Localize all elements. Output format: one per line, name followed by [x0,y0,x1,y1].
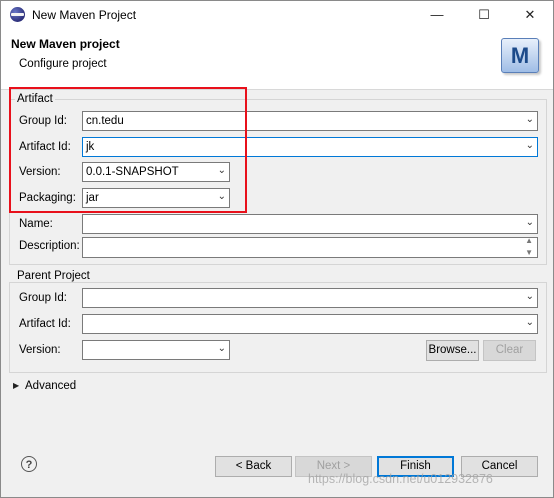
expand-arrow-icon[interactable]: ▶ [13,381,19,390]
maven-logo-icon: M [501,38,539,73]
name-label: Name: [19,218,53,230]
packaging-value: jar [86,192,99,204]
parent-group-title: Parent Project [15,270,92,282]
artifact-group-title: Artifact [15,93,55,105]
chevron-down-icon: ⌄ [525,291,534,302]
group-id-label: Group Id: [19,115,67,127]
parent-artifact-id-combo[interactable]: ⌄ [82,314,538,334]
parent-group-id-combo[interactable]: ⌄ [82,288,538,308]
minimize-button[interactable]: — [414,1,460,28]
browse-button[interactable]: Browse... [426,340,479,361]
chevron-down-icon: ⌄ [525,140,534,151]
version-value: 0.0.1-SNAPSHOT [86,166,179,178]
maximize-button[interactable]: ☐ [461,1,507,28]
name-combo[interactable]: ⌄ [82,214,538,234]
parent-version-combo[interactable]: ⌄ [82,340,230,360]
artifact-id-label: Artifact Id: [19,141,71,153]
scroll-down-icon[interactable]: ▼ [525,248,533,257]
chevron-down-icon: ⌄ [525,114,534,125]
description-field[interactable]: ▲ ▼ [82,236,538,258]
version-label: Version: [19,166,61,178]
chevron-down-icon: ⌄ [525,317,534,328]
wizard-body: Artifact Group Id: cn.tedu ⌄ Artifact Id… [1,87,553,497]
watermark-text: https://blog.csdn.net/u012932876 [308,472,493,486]
advanced-toggle[interactable]: Advanced [25,380,76,392]
parent-group-id-label: Group Id: [19,292,67,304]
back-button[interactable]: < Back [215,456,292,477]
artifact-id-value: jk [86,141,95,153]
clear-button[interactable]: Clear [483,340,536,361]
packaging-combo[interactable]: jar ⌄ [82,188,230,208]
scroll-up-icon[interactable]: ▲ [525,236,533,245]
parent-version-label: Version: [19,344,61,356]
parent-artifact-id-label: Artifact Id: [19,318,71,330]
wizard-title: New Maven project [11,37,120,51]
wizard-subtitle: Configure project [19,58,107,70]
eclipse-icon [10,7,25,22]
title-bar: New Maven Project — ☐ ✕ [1,1,553,28]
version-combo[interactable]: 0.0.1-SNAPSHOT ⌄ [82,162,230,182]
wizard-header: New Maven project Configure project M [1,28,553,90]
chevron-down-icon: ⌄ [525,217,534,228]
group-id-combo[interactable]: cn.tedu ⌄ [82,111,538,131]
artifact-id-combo[interactable]: jk ⌄ [82,137,538,157]
packaging-label: Packaging: [19,192,76,204]
chevron-down-icon: ⌄ [217,191,226,202]
close-button[interactable]: ✕ [507,1,553,28]
window-title: New Maven Project [32,8,137,22]
help-icon[interactable]: ? [21,456,37,472]
maven-project-dialog: New Maven Project — ☐ ✕ New Maven projec… [0,0,554,498]
group-id-value: cn.tedu [86,115,124,127]
chevron-down-icon: ⌄ [217,165,226,176]
description-label: Description: [19,240,80,252]
chevron-down-icon: ⌄ [217,343,226,354]
